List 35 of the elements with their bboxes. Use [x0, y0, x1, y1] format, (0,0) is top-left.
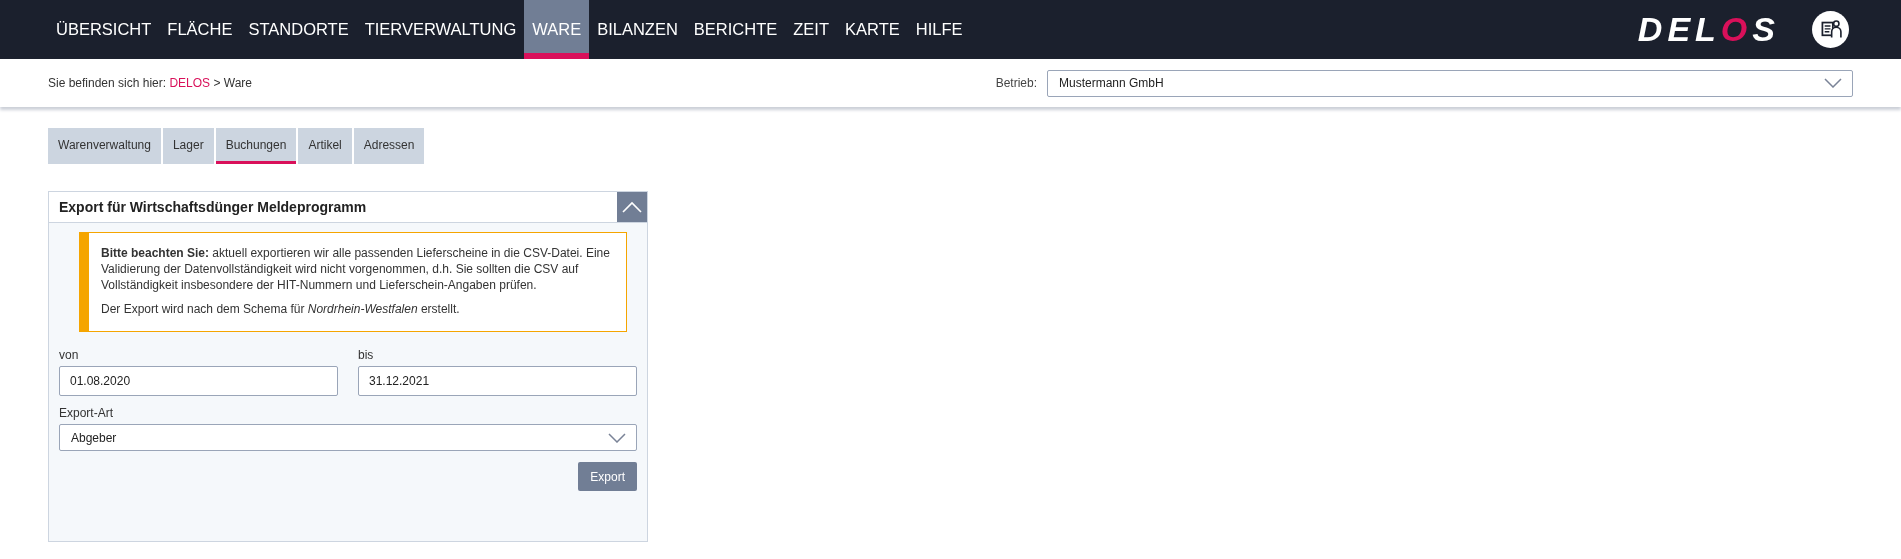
- field-label: von: [59, 348, 80, 362]
- nav-item[interactable]: HILFE: [907, 0, 971, 59]
- nav-item[interactable]: KARTE: [837, 0, 908, 59]
- nav-item[interactable]: WARE: [524, 0, 590, 59]
- export-type-select[interactable]: Abgeber: [59, 424, 637, 451]
- nav-item[interactable]: ÜBERSICHT: [48, 0, 160, 59]
- nav-item[interactable]: STANDORTE: [240, 0, 357, 59]
- date-field[interactable]: 01.08.2020: [59, 366, 338, 396]
- notice-text: Bitte beachten Sie: aktuell exportieren wir alle passenden Lieferscheine in die CSV-Datei. Eine Validierung der Datenvollständigkeit wird nicht vorgenommen, d.h. Sie sollten die CSV auf Vollständigkeit insbesondere der HIT-Nummern und Lieferschein-Angaben prüfen.: [101, 245, 611, 293]
- export-button[interactable]: Export: [578, 462, 637, 491]
- company-select[interactable]: Mustermann GmbH: [1047, 69, 1853, 97]
- tab[interactable]: Lager: [162, 128, 214, 164]
- nav-item[interactable]: TIERVERWALTUNG: [356, 0, 525, 59]
- tab[interactable]: Warenverwaltung: [48, 128, 161, 164]
- notice-text: Der Export wird nach dem Schema für Nordrhein-Westfalen erstellt.: [101, 301, 461, 317]
- field-label: bis: [358, 348, 375, 362]
- field-label: Betrieb:: [995, 76, 1037, 90]
- tab[interactable]: Buchungen: [215, 128, 297, 164]
- breadcrumb-link[interactable]: DELOS: [169, 76, 211, 90]
- chevron-down-icon: [608, 432, 626, 443]
- nav-item[interactable]: BERICHTE: [685, 0, 786, 59]
- chevron-down-icon: [1824, 78, 1842, 88]
- logo[interactable]: DEL OS: [1637, 10, 1780, 49]
- tab[interactable]: Artikel: [298, 128, 352, 164]
- chevron-up-icon: [622, 201, 642, 213]
- field-label: Export-Art: [59, 406, 114, 420]
- user-profile-icon[interactable]: [1812, 11, 1849, 48]
- nav-item[interactable]: BILANZEN: [589, 0, 686, 59]
- breadcrumb: Sie befinden sich hier: DELOS > Ware: [48, 76, 252, 90]
- tab[interactable]: Adressen: [353, 128, 425, 164]
- nav-item[interactable]: FLÄCHE: [159, 0, 241, 59]
- panel-title: Export für Wirtschaftsdünger Meldeprogramm: [58, 199, 367, 215]
- nav-item[interactable]: ZEIT: [785, 0, 838, 59]
- date-field[interactable]: 31.12.2021: [358, 366, 637, 396]
- collapse-button[interactable]: [617, 192, 647, 222]
